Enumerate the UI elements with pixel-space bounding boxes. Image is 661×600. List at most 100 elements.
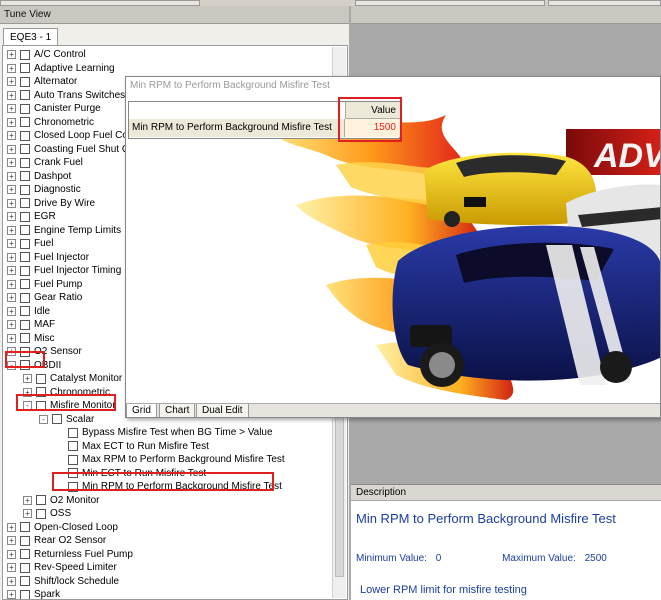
tree-item[interactable]: Max ECT to Run Misfire Test [55,440,209,453]
expand-icon[interactable]: + [7,185,16,194]
tree-checkbox[interactable] [20,562,30,573]
tree-item[interactable]: + Canister Purge [7,102,101,115]
expand-icon[interactable]: + [7,212,16,221]
tree-checkbox[interactable] [20,49,30,60]
expand-icon[interactable]: + [7,158,16,167]
expand-icon[interactable]: + [7,252,16,262]
tree-checkbox[interactable] [20,549,30,559]
tree-checkbox[interactable] [20,76,30,87]
expand-icon[interactable]: + [7,549,16,559]
expand-icon[interactable]: + [7,293,16,302]
tree-checkbox[interactable] [20,198,30,208]
tree-item[interactable]: + Chronometric [7,116,94,129]
tree-checkbox[interactable] [20,576,30,586]
expand-icon[interactable]: + [7,63,16,73]
tree-item[interactable]: + Idle [7,305,50,318]
tree-item[interactable]: + EGR [7,210,56,223]
expand-icon[interactable]: + [7,320,16,329]
tree-checkbox[interactable] [20,333,30,343]
tree-item[interactable]: Max RPM to Perform Background Misfire Te… [55,453,285,466]
expand-icon[interactable]: + [7,198,16,208]
tree-checkbox[interactable] [36,373,46,384]
expand-icon[interactable]: + [23,495,32,505]
tree-item[interactable]: + Crank Fuel [7,156,83,169]
tree-item[interactable]: + Closed Loop Fuel Cor [7,129,131,142]
tree-checkbox[interactable] [68,427,78,438]
expand-icon[interactable]: + [7,144,16,154]
tree-checkbox[interactable] [20,225,30,235]
tree-checkbox[interactable] [20,117,30,127]
tree-item[interactable]: + Fuel Injector [7,251,89,264]
tree-item[interactable]: + Spark [7,588,60,599]
expand-icon[interactable]: + [7,333,16,343]
tree-checkbox[interactable] [20,589,30,599]
tree-item[interactable]: Bypass Misfire Test when BG Time > Value [55,426,273,439]
tree-checkbox[interactable] [20,144,30,154]
expand-icon[interactable]: + [7,563,16,572]
tree-checkbox[interactable] [20,157,30,168]
expand-icon[interactable]: + [7,576,16,586]
tree-checkbox[interactable] [20,279,30,289]
expand-icon[interactable]: + [7,536,16,545]
tree-checkbox[interactable] [20,306,30,316]
tree-item[interactable]: + Alternator [7,75,77,88]
tree-item[interactable]: + Dashpot [7,170,71,183]
tree-checkbox[interactable] [20,90,30,100]
tree-checkbox[interactable] [20,238,30,249]
tree-item[interactable]: + Engine Temp Limits [7,224,121,237]
tree-item[interactable]: + OSS [23,507,71,520]
editor-title[interactable]: Min RPM to Perform Background Misfire Te… [126,77,660,95]
tree-item[interactable]: + MAF [7,318,55,331]
tree-item[interactable]: + Fuel Injector Timing [7,264,121,277]
tree-item[interactable]: + Gear Ratio [7,291,82,304]
tab-chart[interactable]: Chart [159,404,196,417]
tree-item[interactable]: + Adaptive Learning [7,62,115,75]
tree-checkbox[interactable] [20,184,30,195]
expand-icon[interactable]: + [7,50,16,59]
tree-item[interactable]: + Coasting Fuel Shut Of [7,143,132,156]
tab-grid[interactable]: Grid [126,404,157,417]
tree-checkbox[interactable] [20,292,30,303]
expand-icon[interactable]: + [7,90,16,100]
tree-checkbox[interactable] [20,103,30,114]
expand-icon[interactable]: + [7,306,16,316]
tree-item[interactable]: + Open-Closed Loop [7,521,118,534]
tree-checkbox[interactable] [20,171,30,181]
tree-item[interactable]: + Misc [7,332,55,345]
tree-item[interactable]: + A/C Control [7,48,86,61]
tree-item[interactable]: + Fuel Pump [7,278,82,291]
tree-item[interactable]: + O2 Monitor [23,494,99,507]
expand-icon[interactable]: + [7,131,16,140]
expand-icon[interactable]: + [7,279,16,289]
expand-icon[interactable]: + [7,239,16,248]
tree-checkbox[interactable] [68,454,78,465]
tree-checkbox[interactable] [20,211,30,222]
expand-icon[interactable]: + [7,225,16,235]
expand-icon[interactable]: + [7,522,16,532]
tree-item[interactable]: + Returnless Fuel Pump [7,548,133,561]
expand-icon[interactable]: + [7,117,16,127]
expand-icon[interactable]: + [23,374,32,383]
tree-checkbox[interactable] [20,252,30,262]
tree-item[interactable]: - Scalar [39,413,94,426]
expand-icon[interactable]: + [7,171,16,181]
expand-icon[interactable]: + [7,104,16,113]
expand-icon[interactable]: + [7,590,16,599]
tree-item[interactable]: + Rev-Speed Limiter [7,561,117,574]
tree-item[interactable]: + Fuel [7,237,53,250]
tree-item[interactable]: + Drive By Wire [7,197,95,210]
tree-checkbox[interactable] [20,265,30,276]
tree-checkbox[interactable] [20,319,30,330]
tree-checkbox[interactable] [20,130,30,141]
expand-icon[interactable]: + [23,509,32,518]
tree-item[interactable]: + Shift/lock Schedule [7,575,119,588]
tab-dual-edit[interactable]: Dual Edit [196,404,249,417]
collapse-icon[interactable]: - [39,414,48,424]
tree-checkbox[interactable] [52,414,62,424]
tree-checkbox[interactable] [36,508,46,519]
tree-checkbox[interactable] [20,522,30,532]
tune-file-tab[interactable]: EQE3 - 1 [3,28,59,45]
tree-item[interactable]: + Rear O2 Sensor [7,534,106,547]
tree-checkbox[interactable] [20,63,30,73]
expand-icon[interactable]: + [7,77,16,86]
